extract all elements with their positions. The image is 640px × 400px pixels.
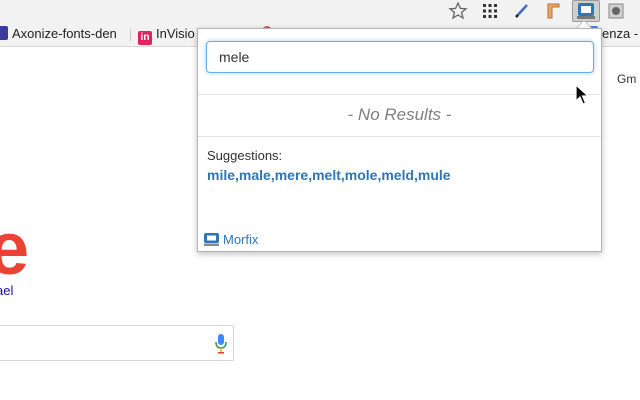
browser-toolbar	[0, 0, 640, 22]
suggestions-label: Suggestions:	[207, 148, 283, 163]
morfix-popup: - No Results - Suggestions: mile,male,me…	[197, 28, 602, 252]
suggestion-link[interactable]: meld	[381, 167, 414, 183]
no-results-message: - No Results -	[347, 105, 452, 124]
footer-label: Morfix	[223, 232, 259, 247]
google-logo: e	[0, 207, 29, 290]
morfix-footer-link[interactable]: Morfix	[204, 232, 258, 247]
star-icon[interactable]	[448, 1, 468, 21]
ruler-icon[interactable]	[543, 1, 563, 21]
pen-icon[interactable]	[512, 1, 532, 21]
search-input[interactable]	[206, 41, 594, 73]
morfix-logo-icon	[204, 233, 219, 246]
mouse-pointer-icon	[575, 83, 590, 106]
microphone-icon[interactable]	[215, 333, 227, 355]
page-link[interactable]: ael	[0, 283, 13, 298]
bookmark-label: enza -	[602, 26, 639, 41]
suggestion-link[interactable]: mole	[345, 167, 378, 183]
suggestion-link[interactable]: melt	[312, 167, 341, 183]
bookmark-label: InVisio	[156, 26, 195, 41]
bookmark-axonize[interactable]: Axonize-fonts-den	[0, 25, 117, 43]
bookmark-favicon-icon	[0, 26, 8, 40]
suggestions-list: mile,male,mere,melt,mole,meld,mule	[207, 167, 451, 183]
stamp-icon[interactable]	[606, 1, 626, 21]
suggestion-link[interactable]: mile	[207, 167, 235, 183]
bookmark-label: Axonize-fonts-den	[12, 26, 117, 41]
gmail-link[interactable]: Gm	[617, 72, 636, 86]
bookmark-separator	[130, 29, 131, 41]
google-search-input[interactable]	[0, 325, 234, 361]
apps-grid-icon[interactable]	[480, 1, 500, 21]
suggestion-link[interactable]: mere	[275, 167, 308, 183]
invision-logo-icon: in	[138, 31, 152, 45]
suggestion-link[interactable]: male	[239, 167, 271, 183]
divider	[198, 94, 601, 95]
divider	[198, 136, 601, 137]
suggestion-link[interactable]: mule	[418, 167, 451, 183]
bookmark-invision[interactable]: in InVisio	[138, 25, 195, 45]
morfix-extension-icon[interactable]	[572, 0, 600, 22]
